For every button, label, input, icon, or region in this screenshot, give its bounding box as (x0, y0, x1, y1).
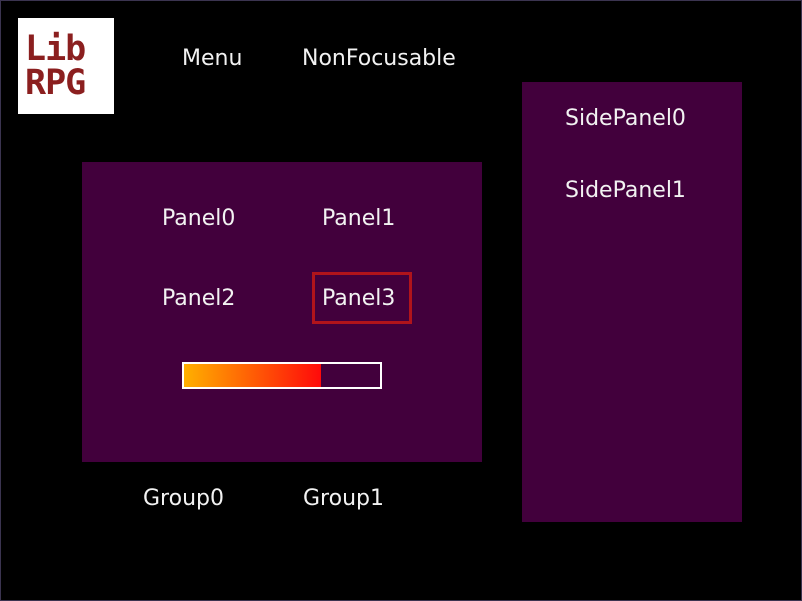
menu-item[interactable]: Menu (182, 46, 242, 72)
panel-item-2[interactable]: Panel2 (162, 286, 235, 312)
app-window: Lib RPG Menu NonFocusable Panel0 Panel1 … (0, 0, 802, 601)
side-panel-item-0[interactable]: SidePanel0 (565, 106, 686, 132)
progress-bar (182, 362, 382, 389)
librpg-logo: Lib RPG (18, 18, 114, 114)
progress-bar-fill (184, 364, 322, 387)
main-panel (82, 162, 482, 462)
group-item-0[interactable]: Group0 (143, 486, 224, 512)
panel-item-0[interactable]: Panel0 (162, 206, 235, 232)
side-panel-item-1[interactable]: SidePanel1 (565, 178, 686, 204)
group-item-1[interactable]: Group1 (303, 486, 384, 512)
panel-item-3[interactable]: Panel3 (322, 286, 395, 312)
side-panel (522, 82, 742, 522)
nonfocusable-item: NonFocusable (302, 46, 456, 71)
logo-line-1: Lib (25, 29, 86, 69)
logo-line-2: RPG (25, 63, 86, 103)
panel-item-1[interactable]: Panel1 (322, 206, 395, 232)
